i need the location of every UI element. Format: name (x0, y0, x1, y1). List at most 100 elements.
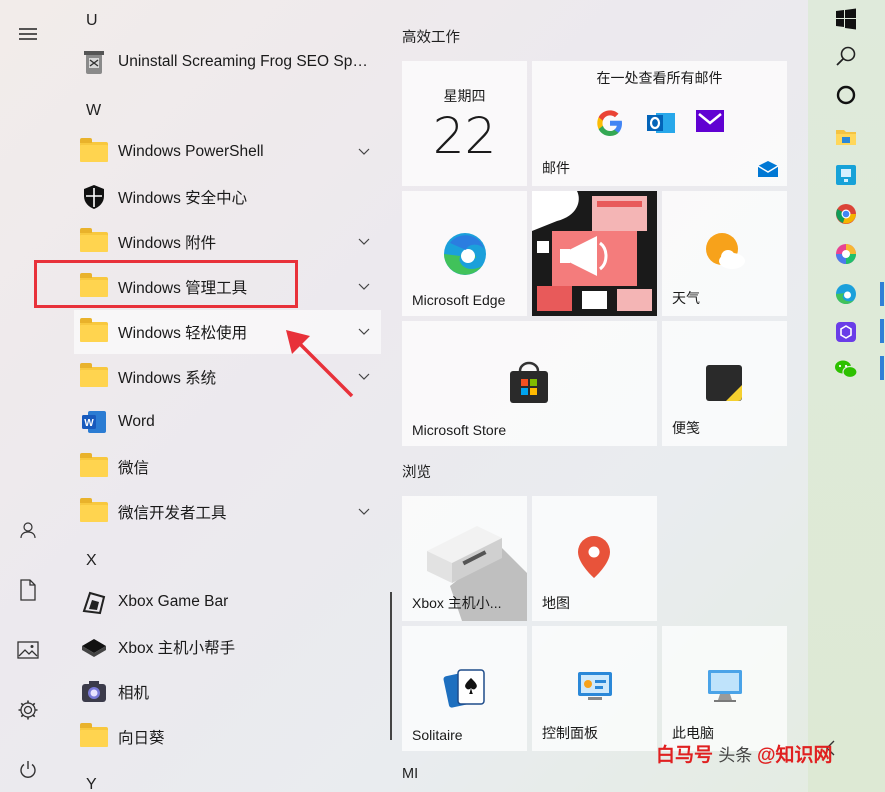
xbox-console-icon (79, 632, 109, 662)
letter-header-u[interactable]: U (86, 12, 98, 30)
svg-text:W: W (84, 418, 94, 429)
chevron-down-icon[interactable] (357, 324, 371, 338)
tile-solitaire[interactable]: Solitaire (402, 626, 527, 751)
highlight-box (34, 260, 298, 308)
folder-icon (79, 452, 109, 482)
mail-header: 在一处查看所有邮件 (596, 70, 723, 86)
colorful-app-icon[interactable] (833, 241, 859, 267)
app-name: Uninstall Screaming Frog SEO Spid... (118, 53, 368, 70)
letter-header-w[interactable]: W (86, 102, 101, 120)
settings-gear-icon[interactable] (8, 690, 48, 730)
watermark-part3: @知识网 (757, 745, 833, 766)
store-bag-icon (510, 361, 548, 403)
tile-maps[interactable]: 地图 (532, 496, 657, 621)
cortana-icon[interactable] (833, 82, 859, 108)
app-name: Word (118, 413, 155, 430)
app-xbox-game-bar[interactable]: Xbox Game Bar (74, 580, 381, 624)
watermark-part2: 头条 (718, 746, 758, 765)
google-icon (597, 110, 622, 136)
word-icon: W (79, 407, 109, 437)
app-wechat-devtools[interactable]: 微信开发者工具 (74, 490, 381, 534)
app-xbox-companion[interactable]: Xbox 主机小帮手 (74, 625, 381, 669)
app-sunflower[interactable]: 向日葵 (74, 715, 381, 759)
purple-app-icon[interactable] (833, 319, 859, 345)
pictures-icon[interactable] (8, 630, 48, 670)
tile-calendar[interactable]: 星期四 22 (402, 61, 527, 186)
yahoo-mail-icon (696, 110, 724, 132)
watermark-part1: 白马号 (656, 745, 714, 766)
start-left-rail (0, 0, 56, 792)
hamburger-menu-icon[interactable] (8, 14, 48, 54)
weather-label: 天气 (672, 290, 700, 306)
edge-icon (444, 233, 486, 275)
weather-sun-cloud-icon (706, 233, 745, 269)
edge-label: Microsoft Edge (412, 292, 506, 308)
app-name: 相机 (118, 685, 150, 702)
calendar-weekday: 星期四 (443, 88, 486, 104)
folder-icon (79, 722, 109, 752)
user-account-icon[interactable] (8, 510, 48, 550)
tile-mail[interactable]: 在一处查看所有邮件 邮件 (532, 61, 787, 186)
folder-icon (79, 497, 109, 527)
running-indicator (880, 356, 884, 380)
wechat-icon[interactable] (833, 356, 859, 382)
app-list-scrollbar[interactable] (390, 592, 392, 740)
xbox-label: Xbox 主机小... (412, 595, 502, 611)
app-name: Windows 附件 (118, 235, 217, 252)
app-uninstall-screaming-frog[interactable]: Uninstall Screaming Frog SEO Spid... (74, 40, 381, 84)
app-camera[interactable]: 相机 (74, 670, 381, 714)
app-name: Xbox 主机小帮手 (118, 640, 236, 657)
group-label-browse[interactable]: 浏览 (402, 461, 431, 482)
chevron-down-icon[interactable] (357, 369, 371, 383)
mail-label: 邮件 (542, 160, 570, 176)
running-indicator (880, 282, 884, 306)
map-pin-icon (578, 536, 610, 578)
app-name: Xbox Game Bar (118, 593, 229, 610)
uninstall-icon (79, 47, 109, 77)
app-name: Windows 安全中心 (118, 190, 248, 207)
app-blue-square-icon[interactable] (833, 162, 859, 188)
control-panel-label: 控制面板 (542, 725, 598, 741)
group-label-productivity[interactable]: 高效工作 (402, 26, 460, 47)
chevron-down-icon[interactable] (357, 504, 371, 518)
app-windows-powershell[interactable]: Windows PowerShell (74, 130, 381, 174)
annotation-arrow-icon (286, 330, 354, 398)
news-illustration-icon (532, 191, 657, 316)
letter-header-x[interactable]: X (86, 552, 97, 570)
tile-edge[interactable]: Microsoft Edge (402, 191, 527, 316)
chevron-down-icon[interactable] (357, 279, 371, 293)
tile-weather[interactable]: 天气 (662, 191, 787, 316)
documents-icon[interactable] (8, 570, 48, 610)
store-label: Microsoft Store (412, 422, 507, 438)
solitaire-cards-icon (443, 669, 485, 708)
group-label-mi[interactable]: MI (402, 766, 418, 782)
mail-envelope-icon (757, 161, 779, 177)
letter-header-y[interactable]: Y (86, 776, 97, 792)
windows-start-icon[interactable] (833, 6, 859, 32)
shield-icon (79, 182, 109, 212)
tile-xbox-companion[interactable]: Xbox 主机小... (402, 496, 527, 621)
tile-microsoft-store[interactable]: Microsoft Store (402, 321, 657, 446)
calendar-day: 22 (432, 107, 497, 165)
solitaire-label: Solitaire (412, 727, 463, 743)
app-wechat[interactable]: 微信 (74, 445, 381, 489)
power-icon[interactable] (8, 750, 48, 790)
search-icon[interactable] (833, 43, 859, 69)
sticky-note-icon (706, 365, 742, 401)
chrome-icon[interactable] (833, 201, 859, 227)
tile-news-image[interactable] (532, 191, 657, 316)
tile-sticky-notes[interactable]: 便笺 (662, 321, 787, 446)
app-name: 向日葵 (118, 730, 165, 747)
control-panel-icon (578, 672, 612, 700)
chevron-down-icon[interactable] (357, 234, 371, 248)
chevron-down-icon[interactable] (357, 144, 371, 158)
file-explorer-icon[interactable] (833, 124, 859, 150)
edge-taskbar-icon[interactable] (833, 281, 859, 307)
maps-label: 地图 (542, 595, 570, 611)
tile-this-pc[interactable]: 此电脑 (662, 626, 787, 751)
taskbar (808, 0, 885, 792)
tile-control-panel[interactable]: 控制面板 (532, 626, 657, 751)
app-windows-accessories[interactable]: Windows 附件 (74, 220, 381, 264)
app-windows-security[interactable]: Windows 安全中心 (74, 175, 381, 219)
app-word[interactable]: W Word (74, 400, 381, 444)
